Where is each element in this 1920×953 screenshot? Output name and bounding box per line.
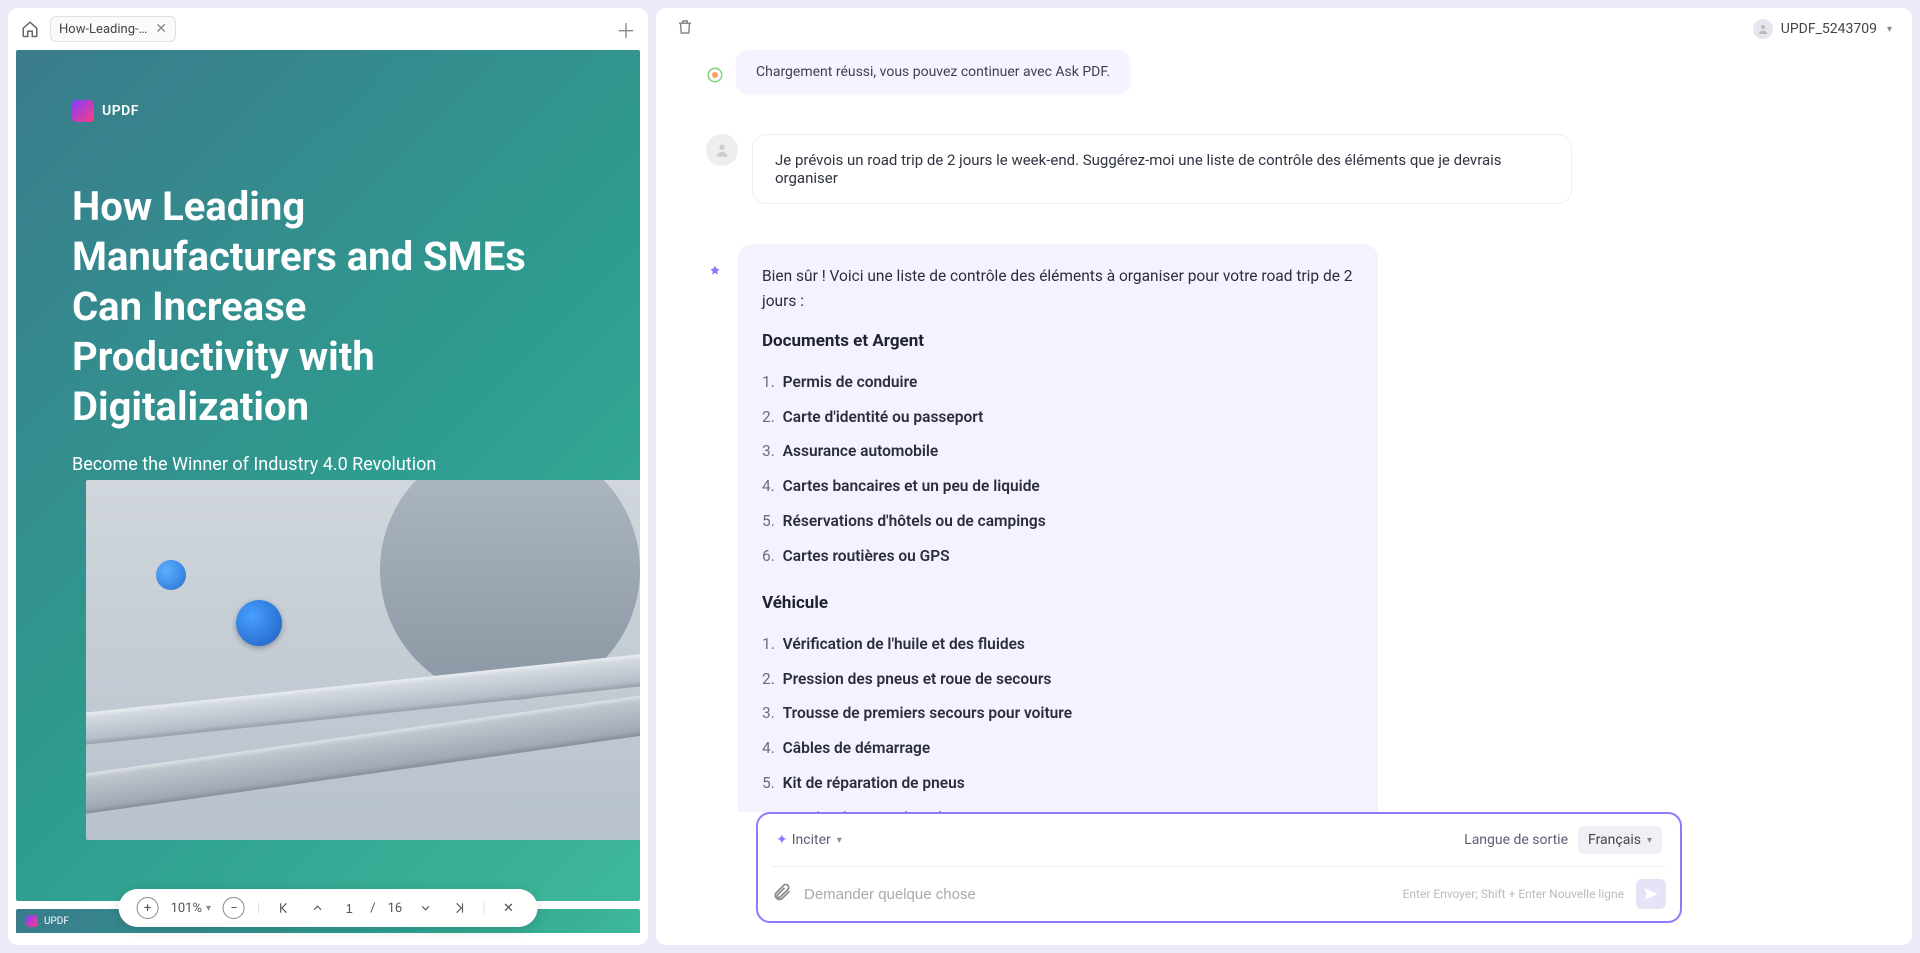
ai-lead-text: Bien sûr ! Voici une liste de contrôle d… — [762, 264, 1354, 314]
updf-logo-icon — [26, 915, 38, 927]
inciter-label: Inciter — [792, 832, 831, 848]
tab-bar: How-Leading-… ✕ ＋ — [8, 8, 648, 50]
ai-list-item: Vérification de l'huile et des fluides — [762, 627, 1354, 662]
chat-header: UPDF_5243709 ▾ — [656, 8, 1912, 50]
ai-section-list: Permis de conduireCarte d'identité ou pa… — [762, 365, 1354, 574]
brand-name: UPDF — [102, 103, 139, 119]
composer-area: ✦ Inciter ▾ Langue de sortie Français ▾ … — [656, 812, 1912, 945]
zoom-dropdown[interactable]: 101%▾ — [171, 901, 211, 916]
chevron-down-icon: ▾ — [1887, 24, 1892, 35]
document-subtitle: Become the Winner of Industry 4.0 Revolu… — [72, 454, 584, 475]
sparkle-icon: ✦ — [776, 832, 788, 848]
ai-list-item: Réservations d'hôtels ou de campings — [762, 504, 1354, 539]
ai-avatar-icon — [706, 66, 724, 84]
user-message: Je prévois un road trip de 2 jours le we… — [752, 134, 1572, 204]
prev-page-button[interactable] — [306, 897, 328, 919]
ai-list-item: Assurance automobile — [762, 434, 1354, 469]
send-button[interactable] — [1636, 879, 1666, 909]
attach-button[interactable] — [772, 882, 792, 906]
page-number-input[interactable] — [340, 901, 358, 916]
ai-list-item: Câbles de démarrage — [762, 731, 1354, 766]
page-toolbar: + 101%▾ − | / 16 | ✕ — [119, 889, 538, 927]
tab-title: How-Leading-… — [59, 22, 147, 37]
chevron-down-icon: ▾ — [1647, 835, 1652, 846]
document-title: How Leading Manufacturers and SMEs Can I… — [72, 182, 532, 432]
pdf-panel: How-Leading-… ✕ ＋ UPDF How Leading Manuf… — [8, 8, 648, 945]
home-icon — [21, 20, 39, 38]
system-message: Chargement réussi, vous pouvez continuer… — [736, 50, 1130, 94]
ai-avatar-icon — [706, 264, 724, 282]
close-tab-button[interactable]: ✕ — [155, 21, 167, 37]
trash-icon — [676, 18, 694, 36]
brand-name: UPDF — [44, 916, 69, 927]
user-menu[interactable]: UPDF_5243709 ▾ — [1753, 19, 1892, 39]
ai-list-item: Permis de conduire — [762, 365, 1354, 400]
first-page-button[interactable] — [272, 897, 294, 919]
output-language-select[interactable]: Français ▾ — [1578, 826, 1662, 854]
ai-section-list: Vérification de l'huile et des fluidesPr… — [762, 627, 1354, 812]
next-page-button[interactable] — [414, 897, 436, 919]
prompt-suggestions-button[interactable]: ✦ Inciter ▾ — [776, 832, 842, 848]
pdf-page-1: UPDF How Leading Manufacturers and SMEs … — [16, 50, 640, 901]
ai-list-item: Pression des pneus et roue de secours — [762, 662, 1354, 697]
chat-panel: UPDF_5243709 ▾ Chargement réussi, vous p… — [656, 8, 1912, 945]
chevron-down-icon: ▾ — [837, 835, 842, 846]
separator: | — [257, 901, 260, 916]
zoom-value: 101% — [171, 901, 202, 916]
separator: | — [482, 901, 485, 916]
zoom-out-button[interactable]: − — [223, 897, 245, 919]
cover-image — [86, 480, 640, 840]
ai-list-item: Trousse de premiers secours pour voiture — [762, 696, 1354, 731]
ai-list-item: Cartes routières ou GPS — [762, 539, 1354, 574]
input-hint: Enter Envoyer; Shift + Enter Nouvelle li… — [1403, 887, 1624, 901]
paperclip-icon — [772, 882, 792, 902]
zoom-in-button[interactable]: + — [137, 897, 159, 919]
page-total: 16 — [388, 901, 403, 916]
composer: ✦ Inciter ▾ Langue de sortie Français ▾ … — [756, 812, 1682, 923]
updf-logo-icon — [72, 100, 94, 122]
last-page-button[interactable] — [448, 897, 470, 919]
ai-message: Bien sûr ! Voici une liste de contrôle d… — [738, 244, 1378, 812]
document-viewport[interactable]: UPDF How Leading Manufacturers and SMEs … — [8, 50, 648, 945]
message-input[interactable] — [804, 886, 1391, 903]
ai-list-item: Kit de réparation de pneus — [762, 766, 1354, 801]
document-tab[interactable]: How-Leading-… ✕ — [50, 16, 176, 42]
user-message-row: Je prévois un road trip de 2 jours le we… — [706, 134, 1682, 204]
clear-chat-button[interactable] — [676, 18, 694, 40]
user-avatar-icon — [1753, 19, 1773, 39]
ai-list-item: Essuie-glaces en bon état — [762, 801, 1354, 812]
language-value: Français — [1588, 832, 1641, 848]
add-tab-button[interactable]: ＋ — [614, 17, 638, 41]
home-button[interactable] — [18, 17, 42, 41]
ai-list-item: Carte d'identité ou passeport — [762, 400, 1354, 435]
ai-message-row: Bien sûr ! Voici une liste de contrôle d… — [706, 244, 1682, 812]
send-icon — [1643, 886, 1659, 902]
page-sep: / — [370, 901, 375, 916]
output-language-label: Langue de sortie — [1464, 832, 1568, 848]
ai-section-heading: Véhicule — [762, 590, 1354, 617]
user-avatar-icon — [706, 134, 738, 166]
ai-section-heading: Documents et Argent — [762, 328, 1354, 355]
ai-list-item: Cartes bancaires et un peu de liquide — [762, 469, 1354, 504]
chat-messages[interactable]: Chargement réussi, vous pouvez continuer… — [656, 50, 1912, 812]
close-toolbar-button[interactable]: ✕ — [497, 897, 519, 919]
username: UPDF_5243709 — [1781, 21, 1877, 37]
system-text: Chargement réussi, vous pouvez continuer… — [756, 64, 1110, 80]
